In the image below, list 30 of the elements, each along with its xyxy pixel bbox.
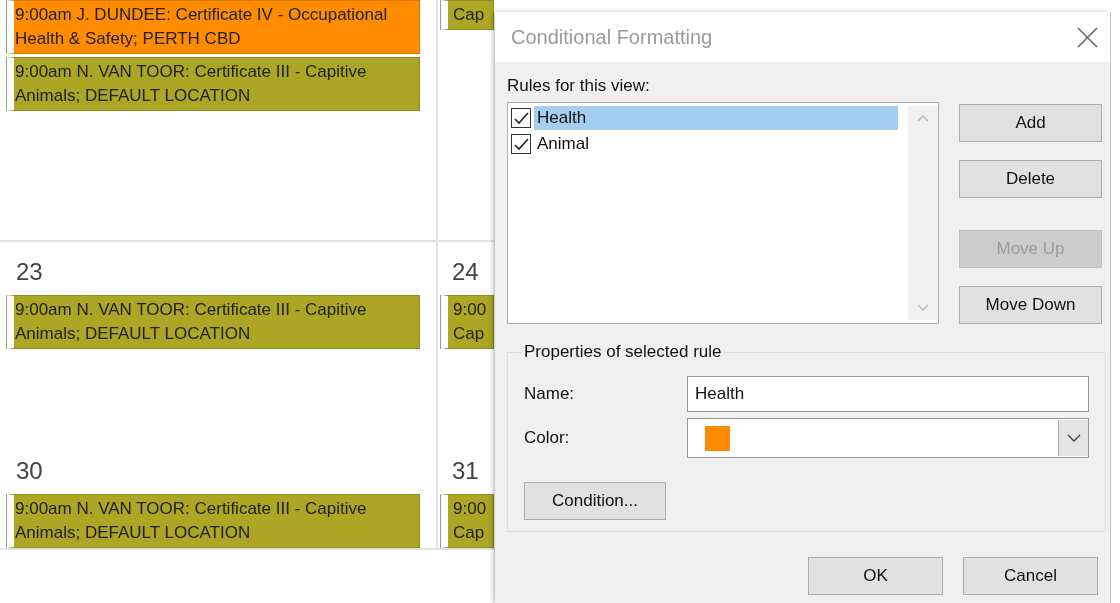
dialog-button[interactable]: OK xyxy=(808,557,943,595)
rule-item[interactable]: Health xyxy=(534,106,898,130)
day-number: 23 xyxy=(16,258,44,286)
calendar-event[interactable]: 9:00 Cap xyxy=(441,494,494,548)
checkbox[interactable] xyxy=(511,134,531,154)
dialog-button[interactable]: Cancel xyxy=(963,557,1098,595)
calendar-event[interactable]: 9:00am J. DUNDEE: Certificate IV - Occupational Health & Safety; PERTH CBD xyxy=(7,0,420,54)
day-number: 24 xyxy=(452,258,480,286)
rule-button[interactable]: Add xyxy=(959,104,1102,142)
color-dropdown[interactable] xyxy=(687,418,1089,458)
rule-button[interactable]: Delete xyxy=(959,160,1102,198)
checkbox[interactable] xyxy=(511,108,531,128)
rule-item[interactable]: Animal xyxy=(534,132,898,156)
day-number: 31 xyxy=(452,457,480,485)
field-label: Name: xyxy=(524,384,576,404)
day-number: 30 xyxy=(16,457,44,485)
group-label: Properties of selected rule xyxy=(523,342,723,362)
close-icon[interactable] xyxy=(1077,26,1098,48)
calendar-event[interactable]: Cap xyxy=(441,0,494,30)
field-label: Color: xyxy=(524,428,571,448)
calendar-event[interactable]: 9:00 Cap xyxy=(441,295,494,349)
calendar-event[interactable]: 9:00am N. VAN TOOR: Certificate III - Capitive Animals; DEFAULT LOCATION xyxy=(7,494,420,548)
chevron-down-icon xyxy=(1066,434,1081,442)
name-field[interactable]: Health xyxy=(687,376,1089,412)
calendar-event[interactable]: 9:00am N. VAN TOOR: Certificate III - Capitive Animals; DEFAULT LOCATION xyxy=(7,57,420,111)
rule-button[interactable]: Move Down xyxy=(959,286,1102,324)
dialog-title: Conditional Formatting xyxy=(511,25,713,49)
list-label: Rules for this view: xyxy=(507,76,651,96)
calendar-event[interactable]: 9:00am N. VAN TOOR: Certificate III - Capitive Animals; DEFAULT LOCATION xyxy=(7,295,420,349)
condition-button[interactable]: Condition... xyxy=(524,482,666,520)
